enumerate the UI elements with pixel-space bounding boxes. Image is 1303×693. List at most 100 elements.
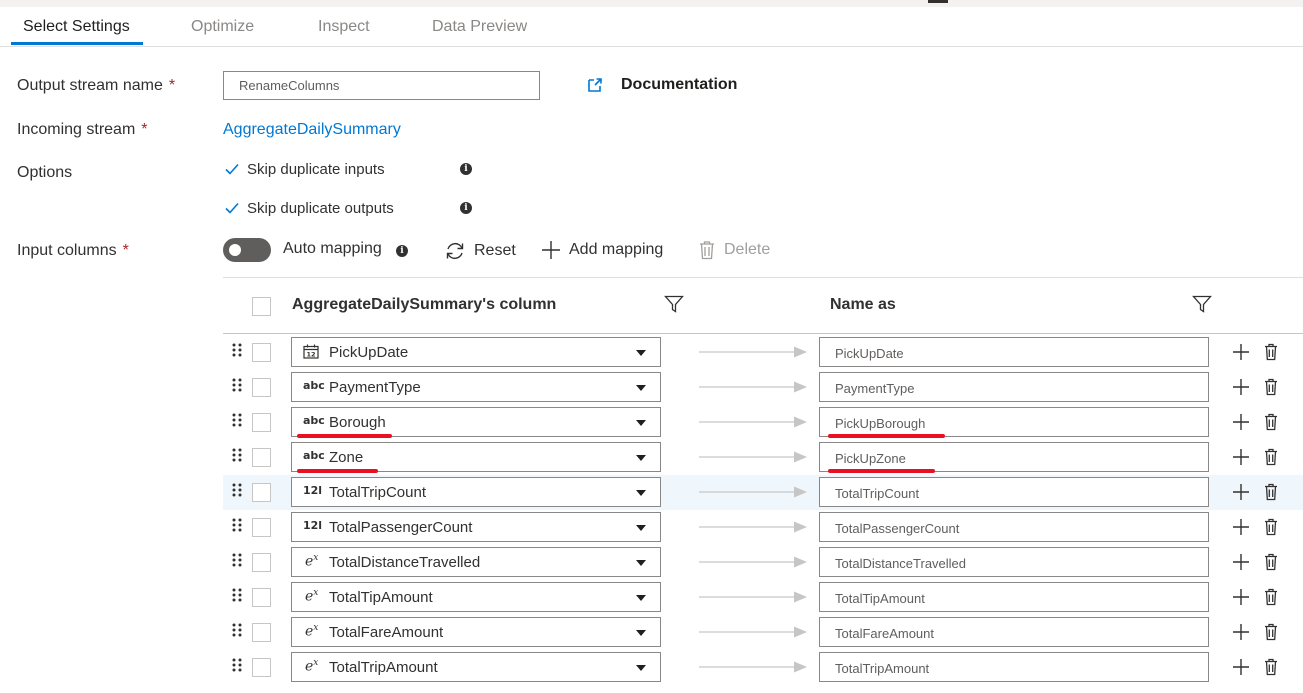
drag-handle-icon[interactable]	[231, 552, 243, 572]
drag-handle-icon[interactable]	[231, 622, 243, 642]
row-checkbox[interactable]	[252, 658, 271, 677]
drag-handle-icon[interactable]	[231, 657, 243, 677]
filter-icon[interactable]	[1192, 295, 1212, 318]
delete-button[interactable]: Delete	[698, 240, 770, 260]
trash-icon[interactable]	[1264, 378, 1278, 401]
drag-handle-icon[interactable]	[231, 482, 243, 502]
documentation-link[interactable]: Documentation	[587, 76, 737, 94]
add-mapping-label: Add mapping	[569, 241, 664, 258]
name-as-input[interactable]: PickUpDate	[819, 337, 1209, 367]
trash-icon[interactable]	[1264, 343, 1278, 366]
row-checkbox[interactable]	[252, 483, 271, 502]
row-checkbox[interactable]	[252, 518, 271, 537]
info-icon[interactable]: i	[460, 202, 472, 214]
row-checkbox[interactable]	[252, 413, 271, 432]
trash-icon[interactable]	[1264, 588, 1278, 611]
auto-mapping-toggle[interactable]	[223, 238, 271, 262]
reset-button[interactable]: Reset	[444, 240, 516, 262]
trash-icon[interactable]	[1264, 553, 1278, 576]
name-as-input[interactable]: TotalTripCount	[819, 477, 1209, 507]
tab-bar: Select Settings Optimize Inspect Data Pr…	[0, 14, 1303, 47]
incoming-stream-label: Incoming stream *	[17, 121, 148, 138]
add-row-icon[interactable]	[1232, 343, 1250, 366]
row-checkbox[interactable]	[252, 378, 271, 397]
drag-handle-icon[interactable]	[231, 412, 243, 432]
input-columns-label: Input columns *	[17, 242, 129, 259]
drag-handle-icon[interactable]	[231, 517, 243, 537]
add-row-icon[interactable]	[1232, 588, 1250, 611]
add-row-icon[interactable]	[1232, 623, 1250, 646]
string-type-icon: abc	[303, 449, 325, 462]
mapping-row: ex TotalFareAmount TotalFareAmount	[223, 615, 1303, 650]
grid-divider	[223, 277, 1303, 278]
name-as-input[interactable]: TotalTripAmount	[819, 652, 1209, 682]
tab-optimize[interactable]: Optimize	[191, 18, 254, 36]
source-column-dropdown[interactable]: ex TotalTipAmount	[291, 582, 661, 612]
add-row-icon[interactable]	[1232, 378, 1250, 401]
mapping-arrow-icon	[699, 591, 807, 603]
source-column-name: Zone	[329, 449, 364, 466]
drag-handle-icon[interactable]	[231, 587, 243, 607]
trash-icon[interactable]	[1264, 448, 1278, 471]
drag-handle-icon[interactable]	[231, 447, 243, 467]
source-column-header: AggregateDailySummary's column	[292, 296, 557, 313]
tab-data-preview[interactable]: Data Preview	[432, 18, 527, 36]
add-row-icon[interactable]	[1232, 413, 1250, 436]
trash-icon[interactable]	[1264, 413, 1278, 436]
name-as-input[interactable]: PaymentType	[819, 372, 1209, 402]
mapping-arrow-icon	[699, 521, 807, 533]
plus-icon	[542, 241, 560, 259]
trash-icon[interactable]	[1264, 483, 1278, 506]
trash-icon[interactable]	[1264, 518, 1278, 541]
source-column-dropdown[interactable]: 12l TotalTripCount	[291, 477, 661, 507]
row-checkbox[interactable]	[252, 343, 271, 362]
reset-label: Reset	[474, 242, 516, 259]
row-checkbox[interactable]	[252, 588, 271, 607]
drag-handle-icon[interactable]	[231, 342, 243, 362]
output-stream-input[interactable]: RenameColumns	[223, 71, 540, 100]
source-column-dropdown[interactable]: ex TotalTripAmount	[291, 652, 661, 682]
source-column-dropdown[interactable]: ex TotalFareAmount	[291, 617, 661, 647]
add-row-icon[interactable]	[1232, 553, 1250, 576]
source-column-dropdown[interactable]: ex TotalDistanceTravelled	[291, 547, 661, 577]
annotation-underline	[828, 434, 945, 438]
info-icon[interactable]: i	[460, 163, 472, 175]
add-row-icon[interactable]	[1232, 518, 1250, 541]
name-as-input[interactable]: TotalPassengerCount	[819, 512, 1209, 542]
source-column-dropdown[interactable]: 12 PickUpDate	[291, 337, 661, 367]
skip-duplicate-inputs-checkbox[interactable]: Skip duplicate inputs	[223, 160, 385, 178]
info-icon[interactable]: i	[396, 245, 408, 257]
skip-duplicate-outputs-checkbox[interactable]: Skip duplicate outputs	[223, 199, 394, 217]
select-all-checkbox[interactable]	[252, 297, 271, 316]
auto-mapping-label: Auto mapping	[283, 240, 382, 257]
name-as-input[interactable]: PickUpZone	[819, 442, 1209, 472]
source-column-name: PickUpDate	[329, 344, 409, 361]
add-row-icon[interactable]	[1232, 658, 1250, 681]
incoming-stream-link[interactable]: AggregateDailySummary	[223, 121, 401, 139]
row-checkbox[interactable]	[252, 623, 271, 642]
name-as-input[interactable]: PickUpBorough	[819, 407, 1209, 437]
add-row-icon[interactable]	[1232, 483, 1250, 506]
name-as-input[interactable]: TotalTipAmount	[819, 582, 1209, 612]
annotation-underline	[297, 434, 392, 438]
trash-icon[interactable]	[1264, 623, 1278, 646]
source-column-dropdown[interactable]: abc Zone	[291, 442, 661, 472]
add-mapping-button[interactable]: Add mapping	[541, 240, 663, 260]
source-column-name: TotalDistanceTravelled	[329, 554, 481, 571]
add-row-icon[interactable]	[1232, 448, 1250, 471]
source-column-dropdown[interactable]: abc PaymentType	[291, 372, 661, 402]
name-as-input[interactable]: TotalDistanceTravelled	[819, 547, 1209, 577]
row-checkbox[interactable]	[252, 553, 271, 572]
tab-select-settings[interactable]: Select Settings	[23, 18, 130, 36]
filter-icon[interactable]	[664, 295, 684, 318]
name-as-input[interactable]: TotalFareAmount	[819, 617, 1209, 647]
trash-icon[interactable]	[1264, 658, 1278, 681]
source-column-name: TotalFareAmount	[329, 624, 444, 641]
row-checkbox[interactable]	[252, 448, 271, 467]
source-column-name: TotalTripAmount	[329, 659, 438, 676]
source-column-dropdown[interactable]: 12l TotalPassengerCount	[291, 512, 661, 542]
tab-inspect[interactable]: Inspect	[318, 18, 370, 36]
delete-label: Delete	[724, 241, 771, 258]
drag-handle-icon[interactable]	[231, 377, 243, 397]
source-column-dropdown[interactable]: abc Borough	[291, 407, 661, 437]
